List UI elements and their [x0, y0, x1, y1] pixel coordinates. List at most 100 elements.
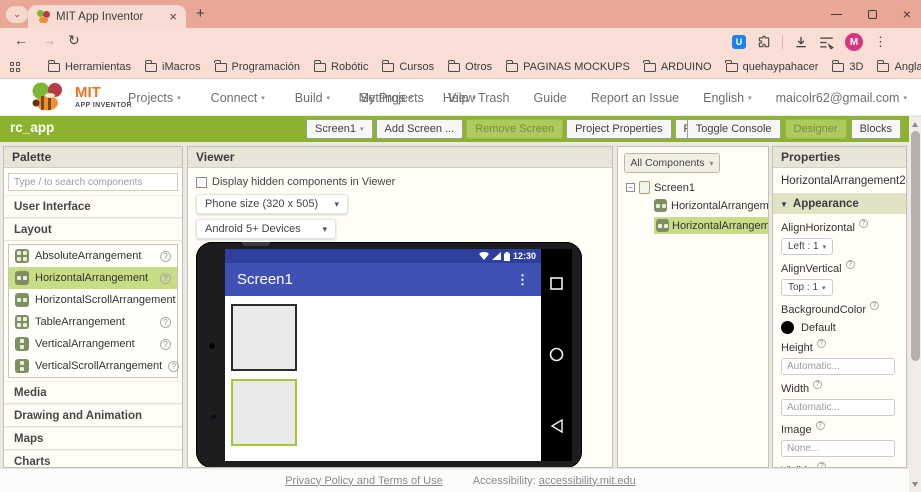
help-icon[interactable] [160, 339, 171, 350]
align-horizontal-select[interactable]: Left : 1▾ [781, 238, 833, 255]
tree-item-screen1[interactable]: − Screen1 [626, 181, 768, 194]
appinventor-logo[interactable]: MIT APP INVENTOR [28, 82, 132, 112]
tab-search-button[interactable]: ⌄ [6, 6, 28, 23]
help-icon[interactable] [817, 339, 826, 348]
tree-collapse-icon[interactable]: − [626, 183, 635, 192]
palette-item-tablearrangement[interactable]: TableArrangement [9, 311, 177, 333]
bookmark-folder[interactable]: 3D [832, 61, 863, 73]
help-icon[interactable] [182, 295, 183, 306]
palette-item-horizontalscrollarrangement[interactable]: HorizontalScrollArrangement [9, 289, 177, 311]
bookmark-folder[interactable]: Robótic [314, 61, 368, 73]
language-menu[interactable]: English▾ [703, 91, 752, 105]
bookmark-folder[interactable]: Anglar [877, 61, 921, 73]
help-icon[interactable] [859, 219, 868, 228]
palette-item-verticalscrollarrangement[interactable]: VerticalScrollArrangement [9, 355, 177, 377]
chevron-down-icon: ▾ [177, 94, 181, 102]
tab-close-icon[interactable]: × [169, 9, 177, 24]
download-icon[interactable] [794, 35, 808, 49]
my-projects-link[interactable]: My Projects [359, 91, 424, 105]
remove-screen-button[interactable]: Remove Screen [466, 119, 563, 139]
palette-search-input[interactable] [8, 173, 178, 191]
header-right-links: My Projects View Trash Guide Report an I… [359, 79, 907, 116]
bookmark-folder[interactable]: quehaypahacer [726, 61, 819, 73]
guide-link[interactable]: Guide [534, 91, 567, 105]
height-input[interactable] [781, 358, 895, 375]
display-hidden-checkbox[interactable] [196, 177, 207, 188]
designer-button[interactable]: Designer [785, 119, 847, 139]
help-icon[interactable] [870, 301, 879, 310]
vertical-arrangement-icon [15, 337, 29, 351]
new-tab-button[interactable]: + [196, 5, 205, 22]
toggle-console-button[interactable]: Toggle Console [687, 119, 781, 139]
scroll-down-icon[interactable] [912, 482, 918, 487]
screen-selector-button[interactable]: Screen1▾ [306, 119, 373, 139]
help-icon[interactable] [816, 421, 825, 430]
report-issue-link[interactable]: Report an Issue [591, 91, 679, 105]
palette-item-horizontalarrangement[interactable]: HorizontalArrangement [9, 267, 177, 289]
horizontal-arrangement-2-selected[interactable] [231, 379, 297, 446]
help-icon[interactable] [168, 361, 179, 372]
tree-item-horizontalarrangement1[interactable]: HorizontalArrangement1 [654, 199, 768, 212]
palette-section-drawing[interactable]: Drawing and Animation [4, 404, 182, 427]
appearance-section-header[interactable]: ▼ Appearance [773, 194, 906, 214]
help-icon[interactable] [160, 317, 171, 328]
align-vertical-select[interactable]: Top : 1▾ [781, 279, 833, 296]
display-hidden-row: Display hidden components in Viewer [196, 176, 612, 188]
tree-item-horizontalarrangement2[interactable]: HorizontalArrangement2 [654, 217, 768, 234]
apps-grid-icon[interactable] [10, 62, 20, 72]
ublock-extension-icon[interactable]: U [732, 35, 746, 49]
bookmark-folder[interactable]: Herramientas [48, 61, 131, 73]
help-icon[interactable] [813, 380, 822, 389]
bookmark-folder[interactable]: Programación [215, 61, 300, 73]
align-vertical-label: AlignVertical [781, 263, 898, 275]
bookmark-folder[interactable]: iMacros [145, 61, 201, 73]
width-input[interactable] [781, 399, 895, 416]
help-icon[interactable] [846, 260, 855, 269]
maximize-icon[interactable] [868, 10, 877, 19]
bookmark-folder[interactable]: Otros [448, 61, 492, 73]
bookmark-folder[interactable]: Cursos [382, 61, 434, 73]
folder-icon [215, 63, 227, 72]
view-trash-link[interactable]: View Trash [448, 91, 510, 105]
bookmark-folder[interactable]: ARDUINO [644, 61, 712, 73]
blocks-button[interactable]: Blocks [851, 119, 901, 139]
horizontal-arrangement-1[interactable] [231, 304, 297, 371]
project-properties-button[interactable]: Project Properties [566, 119, 671, 139]
screen-canvas[interactable] [225, 296, 541, 461]
browser-menu-icon[interactable]: ⋮ [874, 34, 887, 50]
side-panel-icon[interactable] [819, 36, 834, 49]
menu-projects[interactable]: Projects▾ [128, 91, 181, 105]
palette-section-user-interface[interactable]: User Interface [4, 195, 182, 218]
menu-build[interactable]: Build▾ [295, 91, 330, 105]
palette-item-verticalarrangement[interactable]: VerticalArrangement [9, 333, 177, 355]
help-icon[interactable] [160, 251, 171, 262]
accessibility-link[interactable]: accessibility.mit.edu [539, 475, 636, 487]
account-menu[interactable]: maicolr62@gmail.com▾ [776, 91, 907, 105]
image-input[interactable] [781, 440, 895, 457]
privacy-link[interactable]: Privacy Policy and Terms of Use [285, 475, 443, 487]
close-icon[interactable]: × [903, 6, 911, 22]
palette-section-media[interactable]: Media [4, 381, 182, 404]
reload-icon[interactable]: ↻ [68, 32, 80, 49]
palette-section-maps[interactable]: Maps [4, 427, 182, 450]
bookmark-folder[interactable]: PAGINAS MOCKUPS [506, 61, 630, 73]
profile-avatar[interactable]: M [845, 33, 863, 51]
menu-connect[interactable]: Connect▾ [211, 91, 265, 105]
background-color-picker[interactable]: Default [781, 321, 898, 334]
scroll-up-icon[interactable] [912, 122, 918, 127]
forward-icon[interactable]: → [42, 32, 56, 48]
device-type-dropdown[interactable]: Android 5+ Devices ▾ [196, 219, 336, 239]
all-components-dropdown[interactable]: All Components ▾ [624, 153, 720, 173]
browser-tab[interactable]: MIT App Inventor × [28, 5, 186, 28]
scrollbar-thumb[interactable] [911, 131, 920, 361]
minimize-icon[interactable] [831, 14, 842, 15]
phone-size-dropdown[interactable]: Phone size (320 x 505) ▾ [196, 194, 348, 214]
palette-section-layout[interactable]: Layout [4, 218, 182, 241]
back-icon[interactable]: ← [14, 32, 28, 48]
vertical-scrollbar[interactable] [909, 117, 921, 492]
extensions-puzzle-icon[interactable] [757, 35, 771, 49]
palette-section-charts[interactable]: Charts [4, 450, 182, 468]
add-screen-button[interactable]: Add Screen ... [376, 119, 464, 139]
palette-item-absolutearrangement[interactable]: AbsoluteArrangement [9, 245, 177, 267]
help-icon[interactable] [160, 273, 171, 284]
